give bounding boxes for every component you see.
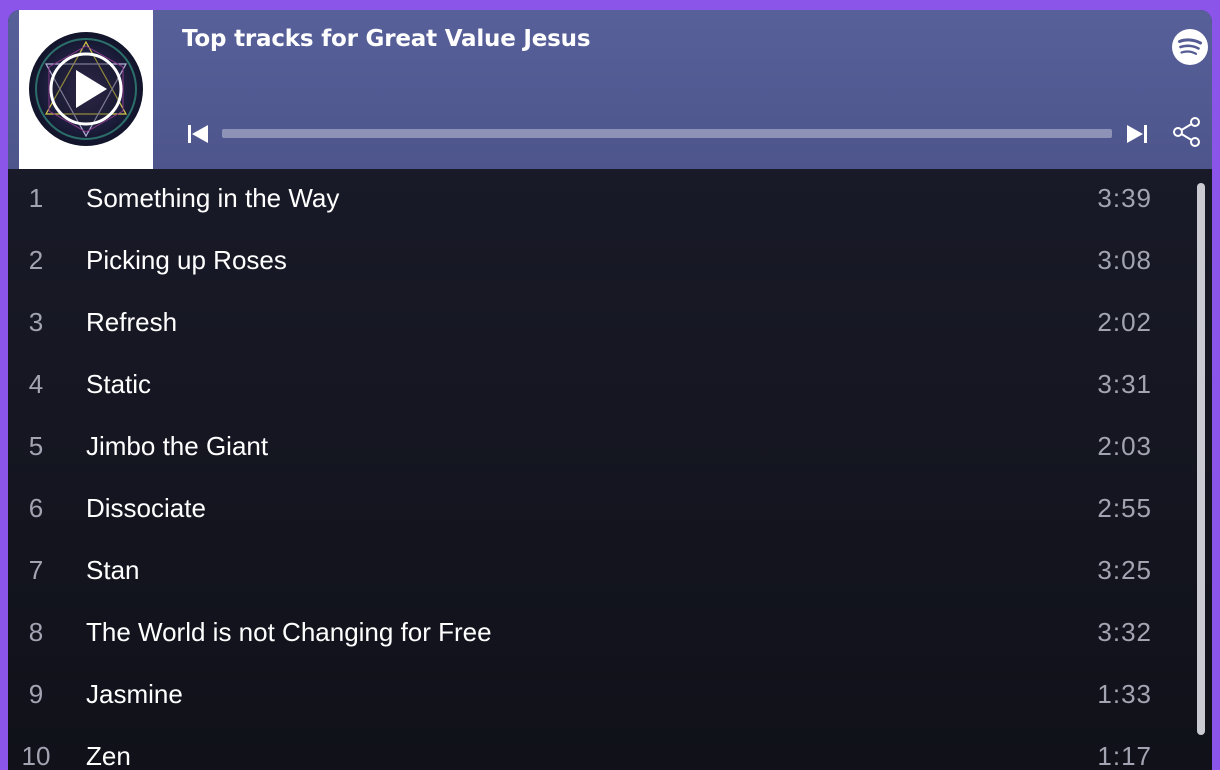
track-number: 7 xyxy=(28,555,44,585)
tracklist-scrollbar[interactable] xyxy=(1197,183,1205,735)
track-row[interactable]: 2 Picking up Roses 3:08 xyxy=(8,231,1188,293)
track-title: Something in the Way xyxy=(86,183,340,213)
share-icon[interactable] xyxy=(1171,116,1203,148)
track-list[interactable]: 1 Something in the Way 3:39 2 Picking up… xyxy=(8,169,1212,770)
track-title: Static xyxy=(86,369,152,399)
track-duration: 3:32 xyxy=(1097,617,1152,647)
track-number: 1 xyxy=(28,183,44,213)
track-number: 2 xyxy=(28,245,44,275)
track-duration: 3:25 xyxy=(1097,555,1152,585)
track-row[interactable]: 9 Jasmine 1:33 xyxy=(8,665,1188,727)
track-row[interactable]: 3 Refresh 2:02 xyxy=(8,293,1188,355)
track-number: 5 xyxy=(28,431,44,461)
spotify-embed-player: Top tracks for Great Value Jesus 1 Somet… xyxy=(8,10,1212,770)
track-duration: 3:39 xyxy=(1097,183,1152,213)
track-row[interactable]: 6 Dissociate 2:55 xyxy=(8,479,1188,541)
track-number: 10 xyxy=(21,741,51,770)
track-number: 4 xyxy=(28,369,44,399)
track-title: Stan xyxy=(86,555,140,585)
track-row[interactable]: 4 Static 3:31 xyxy=(8,355,1188,417)
track-title: Picking up Roses xyxy=(86,245,287,275)
track-title: Refresh xyxy=(86,307,178,337)
player-header: Top tracks for Great Value Jesus xyxy=(8,10,1212,169)
track-number: 8 xyxy=(28,617,44,647)
skip-forward-icon[interactable] xyxy=(1125,122,1149,146)
track-number: 3 xyxy=(28,307,44,337)
track-title: Dissociate xyxy=(86,493,206,523)
album-cover[interactable] xyxy=(19,10,153,169)
track-duration: 1:17 xyxy=(1097,741,1152,770)
play-icon[interactable] xyxy=(49,52,123,126)
track-duration: 2:03 xyxy=(1097,431,1152,461)
track-title: The World is not Changing for Free xyxy=(86,617,492,647)
track-row[interactable]: 1 Something in the Way 3:39 xyxy=(8,169,1188,231)
track-row[interactable]: 10 Zen 1:17 xyxy=(8,727,1188,770)
track-duration: 3:31 xyxy=(1097,369,1152,399)
track-duration: 1:33 xyxy=(1097,679,1152,709)
track-title: Jimbo the Giant xyxy=(86,431,269,461)
track-row[interactable]: 5 Jimbo the Giant 2:03 xyxy=(8,417,1188,479)
spotify-logo-icon[interactable] xyxy=(1171,28,1209,66)
track-title: Zen xyxy=(86,741,131,770)
playlist-title: Top tracks for Great Value Jesus xyxy=(182,26,591,52)
skip-back-icon[interactable] xyxy=(186,122,210,146)
track-duration: 2:55 xyxy=(1097,493,1152,523)
track-duration: 3:08 xyxy=(1097,245,1152,275)
track-number: 6 xyxy=(28,493,44,523)
track-title: Jasmine xyxy=(86,679,183,709)
track-duration: 2:02 xyxy=(1097,307,1152,337)
track-number: 9 xyxy=(28,679,44,709)
progress-bar[interactable] xyxy=(222,129,1112,138)
track-row[interactable]: 7 Stan 3:25 xyxy=(8,541,1188,603)
track-row[interactable]: 8 The World is not Changing for Free 3:3… xyxy=(8,603,1188,665)
